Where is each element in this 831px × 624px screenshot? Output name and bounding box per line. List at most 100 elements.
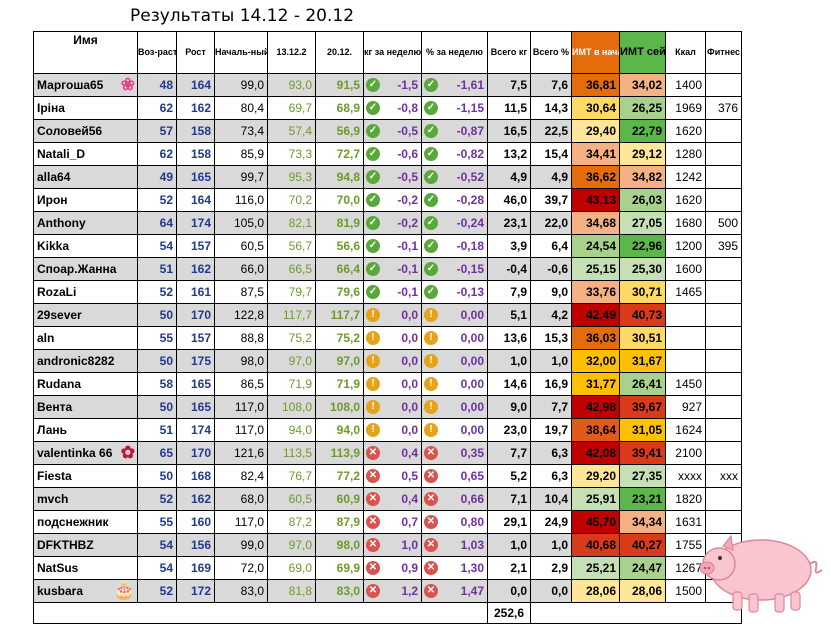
participant-name: Rudana — [33, 372, 138, 396]
table-row: NatSus 54 169 72,0 69,0 69,9 ✕ 0,9 ✕ 1,30 2,1 2,9 25… — [33, 556, 742, 580]
fitness-cell: xxx — [705, 464, 742, 488]
participant-name: alla64 — [33, 165, 138, 189]
header-fitness: Фитнес — [705, 31, 742, 74]
participant-name: aln — [33, 326, 138, 350]
start-weight-cell: 99,0 — [214, 533, 268, 557]
pct-week-cell: ✓ -0,15 — [421, 257, 488, 281]
kg-week-cell: ✓ -0,8 — [363, 96, 422, 120]
kcal-cell — [665, 326, 706, 350]
cur-weight-cell: 72,7 — [315, 142, 364, 166]
prev-weight-cell: 93,0 — [267, 73, 316, 97]
total-pct-cell: 9,0 — [530, 280, 572, 304]
kcal-cell: 2100 — [665, 441, 706, 465]
total-pct-cell: 1,0 — [530, 349, 572, 373]
table-row: подснежник 55 160 117,0 87,2 87,9 ✕ 0,7 ✕ 0,80 29,… — [33, 510, 742, 534]
bmi-now-cell: 34,34 — [619, 510, 666, 534]
kcal-cell: 1200 — [665, 234, 706, 258]
total-kg-cell: 3,9 — [487, 234, 531, 258]
height-cell: 165 — [176, 372, 215, 396]
cur-weight-cell: 79,6 — [315, 280, 364, 304]
participant-name: Маргоша65 ❀ — [33, 73, 138, 97]
fitness-cell — [705, 142, 742, 166]
start-weight-cell: 88,8 — [214, 326, 268, 350]
table-row: Ирон 52 164 116,0 70,2 70,0 ✓ -0,2 ✓ -0,28 46,0 39,… — [33, 188, 742, 212]
pct-week-cell: ✕ 1,30 — [421, 556, 488, 580]
kcal-cell: 1450 — [665, 372, 706, 396]
bmi-start-cell: 29,20 — [571, 464, 620, 488]
bmi-start-cell: 32,00 — [571, 349, 620, 373]
kg-week-cell: ! 0,0 — [363, 418, 422, 442]
kcal-cell — [665, 349, 706, 373]
kcal-cell: 1400 — [665, 73, 706, 97]
pct-week-cell: ✕ 0,80 — [421, 510, 488, 534]
down-icon: ✓ — [424, 101, 438, 115]
bmi-start-cell: 29,40 — [571, 119, 620, 143]
total-kg-cell: 4,9 — [487, 165, 531, 189]
participant-name: RozaLi — [33, 280, 138, 304]
height-cell: 169 — [176, 556, 215, 580]
prev-weight-cell: 97,0 — [267, 349, 316, 373]
up-icon: ✕ — [424, 469, 438, 483]
table-row: Вента 50 165 117,0 108,0 108,0! 0,0! 0,00 9,0 7,7… — [33, 395, 742, 419]
total-pct-cell: 19,7 — [530, 418, 572, 442]
kg-week-cell: ✓ -0,5 — [363, 165, 422, 189]
kg-week-cell: ! 0,0 — [363, 395, 422, 419]
kcal-cell: 1600 — [665, 257, 706, 281]
bmi-start-cell: 25,15 — [571, 257, 620, 281]
cur-weight-cell: 60,9 — [315, 487, 364, 511]
kg-week-cell: ✓ -0,5 — [363, 119, 422, 143]
total-pct-cell: 15,4 — [530, 142, 572, 166]
table-row: 29sever 50 170 122,8 117,7 117,7! 0,0! 0,00 5,1 4… — [33, 303, 742, 327]
age-cell: 54 — [137, 234, 177, 258]
cur-weight-cell: 97,0 — [315, 349, 364, 373]
cur-weight-cell: 68,9 — [315, 96, 364, 120]
prev-weight-cell: 75,2 — [267, 326, 316, 350]
age-cell: 49 — [137, 165, 177, 189]
down-icon: ✓ — [366, 285, 380, 299]
start-weight-cell: 121,6 — [214, 441, 268, 465]
bmi-start-cell: 24,54 — [571, 234, 620, 258]
fitness-cell — [705, 326, 742, 350]
total-pct-cell: 6,3 — [530, 441, 572, 465]
age-cell: 62 — [137, 142, 177, 166]
prev-weight-cell: 76,7 — [267, 464, 316, 488]
header-name: Имя — [33, 31, 138, 74]
start-weight-cell: 87,5 — [214, 280, 268, 304]
kg-week-cell: ✕ 0,4 — [363, 487, 422, 511]
fitness-cell — [705, 188, 742, 212]
header-kcal: Ккал — [665, 31, 706, 74]
pct-week-cell: ✕ 1,03 — [421, 533, 488, 557]
total-pct-cell: 0,0 — [530, 579, 572, 603]
total-kg-cell: 46,0 — [487, 188, 531, 212]
pct-week-cell: ! 0,00 — [421, 303, 488, 327]
bmi-now-cell: 22,96 — [619, 234, 666, 258]
kg-week-cell: ✓ -0,1 — [363, 257, 422, 281]
bmi-start-cell: 36,62 — [571, 165, 620, 189]
total-kg-cell: 13,2 — [487, 142, 531, 166]
height-cell: 157 — [176, 234, 215, 258]
prev-weight-cell: 73,3 — [267, 142, 316, 166]
fitness-cell: 395 — [705, 234, 742, 258]
fitness-cell — [705, 372, 742, 396]
down-icon: ✓ — [366, 147, 380, 161]
fitness-cell — [705, 395, 742, 419]
total-pct-cell: 1,0 — [530, 533, 572, 557]
cur-weight-cell: 66,4 — [315, 257, 364, 281]
height-cell: 162 — [176, 96, 215, 120]
up-icon: ✕ — [424, 561, 438, 575]
down-icon: ✓ — [366, 170, 380, 184]
pct-week-cell: ✕ 0,66 — [421, 487, 488, 511]
age-cell: 52 — [137, 280, 177, 304]
kcal-cell: xxxx — [665, 464, 706, 488]
table-row: kusbara 🎂 52 172 83,0 81,8 83,0 ✕ 1,2 ✕ 1,47 0,0 0,0… — [33, 579, 742, 603]
kcal-cell: 1820 — [665, 487, 706, 511]
kg-week-cell: ✓ -1,5 — [363, 73, 422, 97]
results-table: Имя Воз-раст Рост Началь-ный вес 13.12.2… — [33, 31, 742, 624]
zero-icon: ! — [366, 423, 380, 437]
kcal-cell — [665, 303, 706, 327]
cur-weight-cell: 56,9 — [315, 119, 364, 143]
kg-week-cell: ✕ 0,9 — [363, 556, 422, 580]
participant-name: Вента — [33, 395, 138, 419]
participant-name: Соловей56 — [33, 119, 138, 143]
table-row: Лань 51 174 117,0 94,0 94,0! 0,0! 0,00 23,0 19,7 3… — [33, 418, 742, 442]
